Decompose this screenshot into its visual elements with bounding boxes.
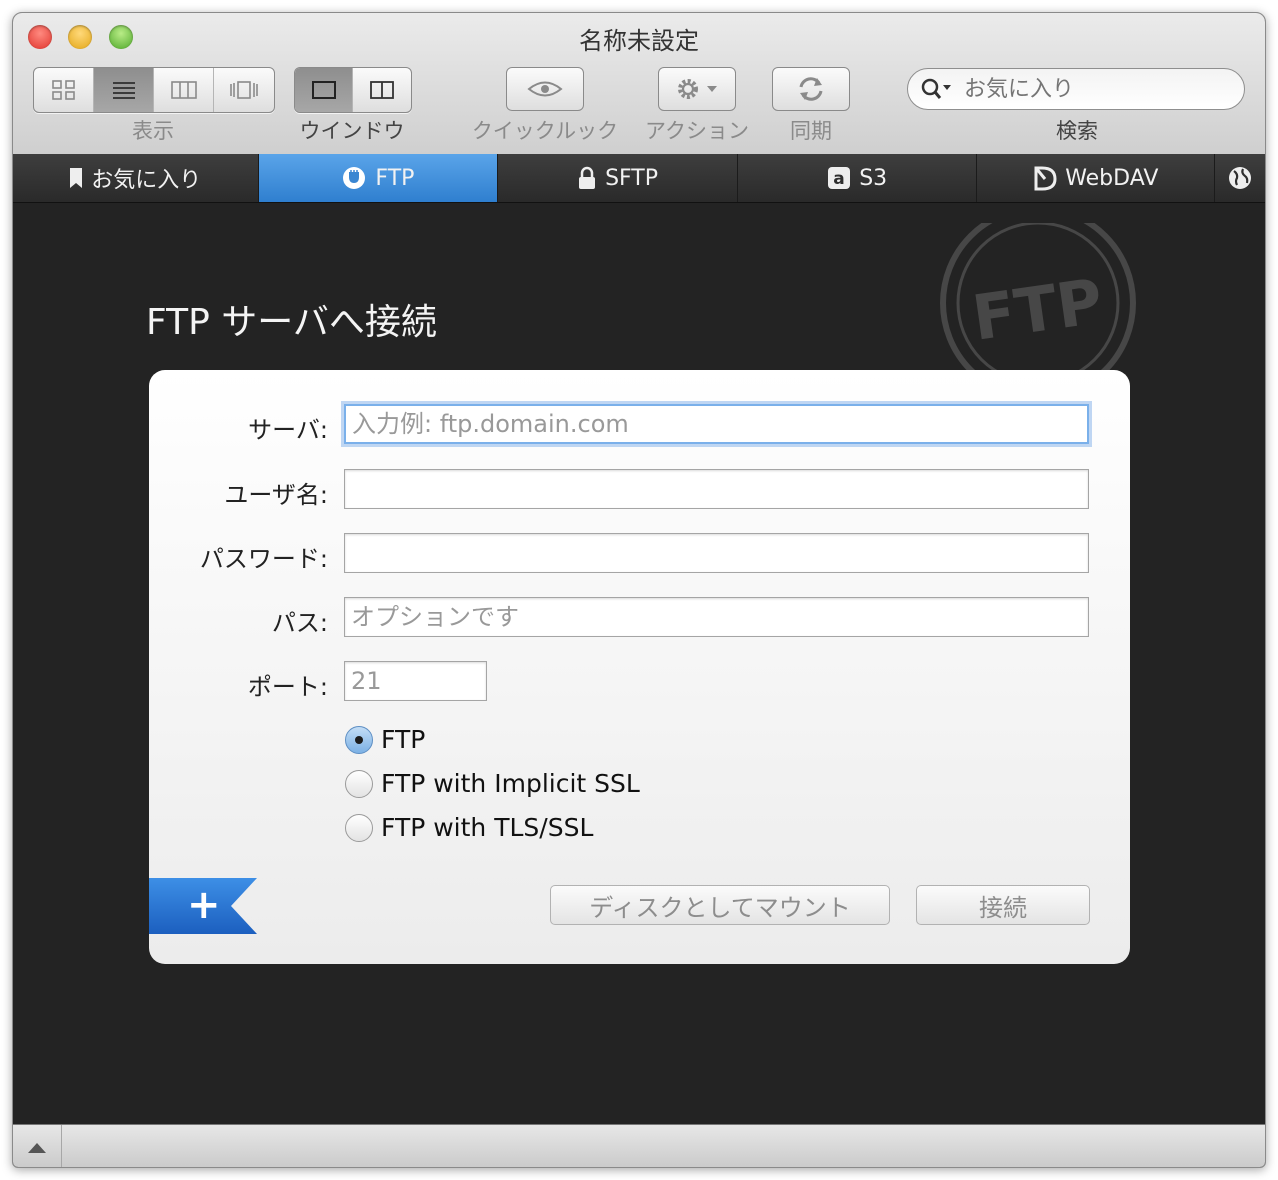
protocol-option-label: FTP with TLS/SSL bbox=[381, 813, 594, 842]
port-label: ポート: bbox=[247, 673, 328, 701]
icon-grid-icon bbox=[51, 80, 75, 100]
search-icon bbox=[921, 78, 951, 99]
triangle-up-icon bbox=[28, 1142, 46, 1153]
connect-form-panel: サーバ: ユーザ名: パスワード: パス: ポート: FTP FTP with … bbox=[149, 370, 1130, 964]
protocol-option-ftp[interactable]: FTP bbox=[345, 725, 425, 754]
mount-as-disk-button[interactable]: ディスクとしてマウント bbox=[550, 885, 890, 925]
list-icon bbox=[112, 82, 135, 99]
path-label: パス: bbox=[271, 609, 328, 637]
connect-button[interactable]: 接続 bbox=[916, 885, 1090, 925]
gear-icon bbox=[678, 79, 717, 99]
ftp-stamp-watermark: FTP bbox=[940, 223, 1136, 383]
protocol-option-tls-ssl[interactable]: FTP with TLS/SSL bbox=[345, 813, 593, 842]
svg-text:a: a bbox=[833, 169, 844, 189]
password-label: パスワード: bbox=[199, 545, 328, 573]
tab-s3[interactable]: a S3 bbox=[738, 154, 978, 202]
page-title: FTP サーバへ接続 bbox=[146, 302, 437, 343]
tab-sftp-label: SFTP bbox=[605, 165, 659, 191]
window-label: ウインドウ bbox=[299, 119, 405, 143]
toggle-drawer-button[interactable] bbox=[13, 1125, 62, 1167]
quicklook-label: クイックルック bbox=[471, 119, 619, 143]
tab-sftp[interactable]: SFTP bbox=[498, 154, 738, 202]
radio-button[interactable] bbox=[345, 769, 373, 798]
radio-button[interactable] bbox=[345, 725, 373, 754]
tab-favorites-label: お気に入り bbox=[91, 168, 202, 193]
protocol-option-label: FTP bbox=[381, 725, 426, 754]
toolbar: 名称未設定 表示 ウインドウ クイックルック アクション 同期 お気に入り 検索 bbox=[13, 13, 1265, 155]
globe-icon bbox=[1229, 167, 1252, 189]
tab-other[interactable] bbox=[1215, 154, 1265, 202]
dual-pane-button[interactable] bbox=[353, 68, 411, 112]
tab-favorites[interactable]: お気に入り bbox=[13, 154, 259, 202]
window-mode-control bbox=[294, 67, 412, 113]
protocol-option-implicit-ssl[interactable]: FTP with Implicit SSL bbox=[345, 769, 640, 798]
coverflow-icon bbox=[230, 81, 258, 99]
view-label: 表示 bbox=[132, 119, 174, 143]
eye-icon bbox=[527, 81, 563, 97]
svg-text:FTP: FTP bbox=[968, 264, 1107, 354]
sync-label: 同期 bbox=[790, 119, 832, 143]
ftp-icon bbox=[343, 167, 366, 189]
plus-icon: + bbox=[187, 882, 221, 928]
tab-ftp[interactable]: FTP bbox=[258, 154, 499, 202]
bottom-status-bar bbox=[13, 1124, 1265, 1167]
action-label: アクション bbox=[645, 119, 749, 143]
action-menu-button[interactable] bbox=[658, 67, 736, 111]
window-title: 名称未設定 bbox=[579, 27, 699, 55]
view-icons-button[interactable] bbox=[34, 68, 94, 112]
sync-button[interactable] bbox=[772, 67, 850, 111]
tab-webdav[interactable]: WebDAV bbox=[977, 154, 1216, 202]
app-window: 名称未設定 表示 ウインドウ クイックルック アクション 同期 お気に入り 検索… bbox=[12, 12, 1266, 1168]
webdav-icon bbox=[1034, 166, 1057, 191]
server-input[interactable] bbox=[344, 404, 1089, 444]
path-input[interactable] bbox=[344, 597, 1089, 637]
search-input[interactable] bbox=[962, 75, 1216, 103]
password-input[interactable] bbox=[344, 533, 1089, 573]
columns-icon bbox=[170, 81, 197, 99]
username-label: ユーザ名: bbox=[224, 481, 328, 509]
quicklook-button[interactable] bbox=[506, 67, 584, 111]
username-input[interactable] bbox=[344, 469, 1089, 509]
radio-button[interactable] bbox=[345, 813, 373, 842]
view-mode-control bbox=[33, 67, 275, 113]
search-field[interactable] bbox=[907, 68, 1245, 110]
protocol-tab-bar: お気に入り FTP SFTP a S3 WebDAV bbox=[13, 154, 1265, 203]
tab-s3-label: S3 bbox=[859, 165, 888, 191]
lock-icon bbox=[579, 166, 596, 189]
search-label: 検索 bbox=[1056, 119, 1098, 143]
tab-ftp-label: FTP bbox=[375, 165, 415, 191]
protocol-option-label: FTP with Implicit SSL bbox=[381, 769, 640, 798]
port-input[interactable] bbox=[344, 661, 487, 701]
sync-icon bbox=[799, 77, 823, 101]
server-label: サーバ: bbox=[248, 416, 328, 444]
view-list-button[interactable] bbox=[94, 68, 154, 112]
single-pane-icon bbox=[311, 81, 336, 99]
view-coverflow-button[interactable] bbox=[214, 68, 274, 112]
tab-webdav-label: WebDAV bbox=[1065, 165, 1159, 191]
dual-pane-icon bbox=[370, 81, 394, 99]
view-columns-button[interactable] bbox=[154, 68, 214, 112]
single-pane-button[interactable] bbox=[295, 68, 353, 112]
amazon-icon: a bbox=[828, 167, 851, 189]
add-favorite-button[interactable]: + bbox=[149, 878, 257, 934]
bookmark-icon bbox=[70, 168, 83, 188]
